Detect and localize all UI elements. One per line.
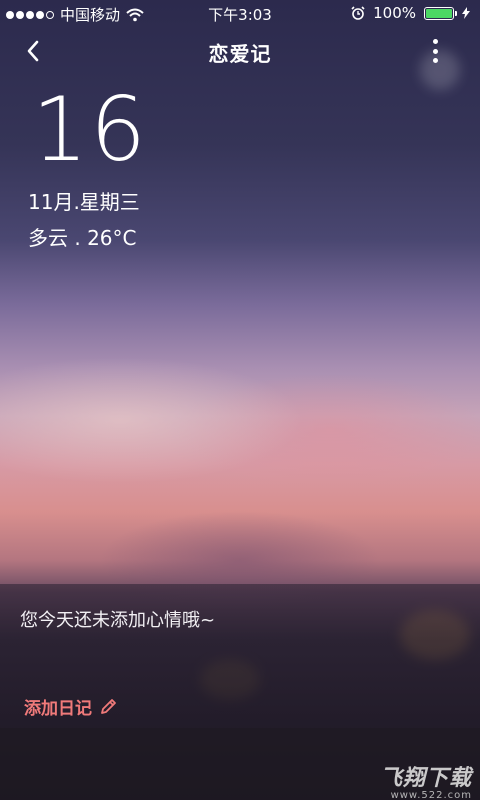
nav-bar: 恋爱记 [0,26,480,76]
battery-percent: 100% [373,4,416,22]
status-right: 100% [351,4,470,22]
watermark: 飞翔下载 www.522.com [380,760,472,800]
month-weekday: 11月.星期三 [28,190,140,214]
mood-prompt: 您今天还未添加心情哦~ [20,610,216,631]
weather-info: 多云 . 26°C [28,226,137,250]
day-number: 16 [32,78,148,181]
charging-bolt-icon [462,7,470,19]
add-diary-button[interactable]: 添加日记 [24,694,118,719]
more-vertical-icon [432,39,438,44]
battery-icon [424,6,457,20]
add-diary-label: 添加日记 [24,699,92,719]
watermark-url: www.522.com [390,790,472,800]
page-title: 恋爱记 [208,42,272,66]
more-button[interactable] [428,36,442,66]
alarm-clock-icon [351,6,365,20]
pencil-icon [101,698,116,714]
status-bar: 中国移动 下午3:03 100% [0,0,480,26]
watermark-title: 飞翔下载 [379,766,472,791]
